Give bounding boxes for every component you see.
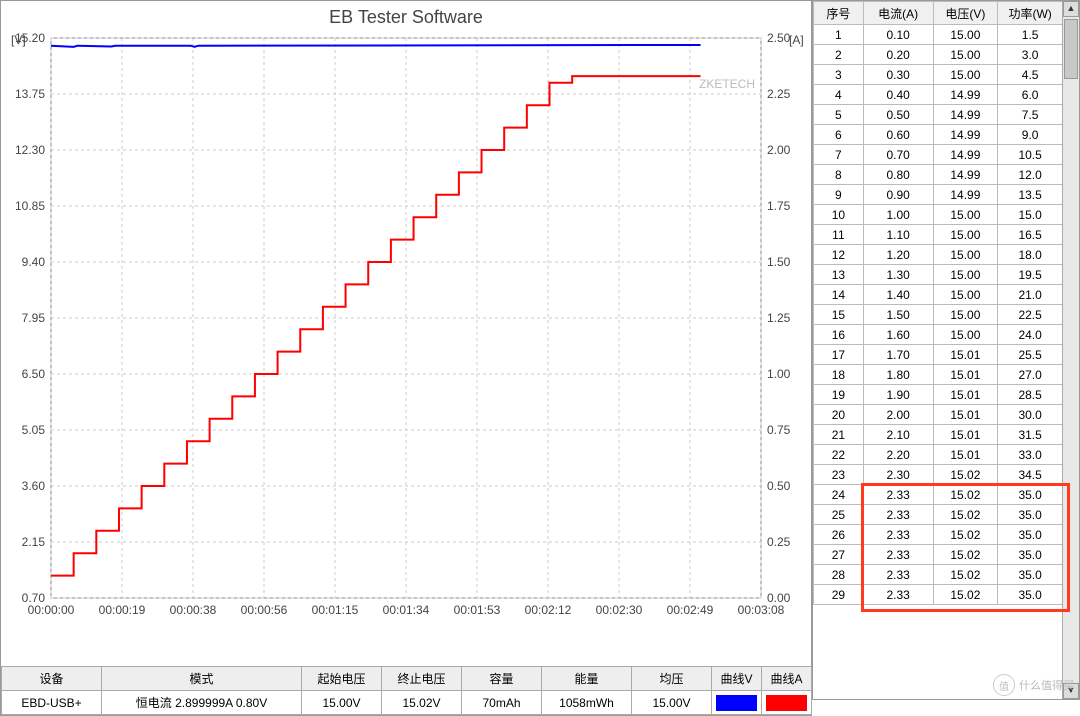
svg-text:1.25: 1.25: [767, 311, 791, 325]
summary-energy: 1058mWh: [542, 691, 632, 715]
table-row[interactable]: 262.3315.0235.0: [814, 525, 1063, 545]
summary-head-curveA: 曲线A: [762, 667, 812, 691]
table-row[interactable]: 60.6014.999.0: [814, 125, 1063, 145]
summary-head-capacity: 容量: [462, 667, 542, 691]
table-row[interactable]: 242.3315.0235.0: [814, 485, 1063, 505]
svg-text:2.00: 2.00: [767, 143, 791, 157]
summary-table: 设备 模式 起始电压 终止电压 容量 能量 均压 曲线V 曲线A EBD-USB…: [1, 666, 811, 715]
scroll-thumb[interactable]: [1064, 19, 1078, 79]
summary-head-startV: 起始电压: [302, 667, 382, 691]
summary-device: EBD-USB+: [2, 691, 102, 715]
table-row[interactable]: 282.3315.0235.0: [814, 565, 1063, 585]
table-row[interactable]: 232.3015.0234.5: [814, 465, 1063, 485]
table-row[interactable]: 161.6015.0024.0: [814, 325, 1063, 345]
svg-text:ZKETECH: ZKETECH: [699, 77, 755, 91]
data-head-power[interactable]: 功率(W): [998, 2, 1063, 25]
svg-text:[V]: [V]: [11, 33, 26, 47]
summary-head-curveV: 曲线V: [712, 667, 762, 691]
svg-text:9.40: 9.40: [22, 255, 46, 269]
svg-text:2.15: 2.15: [22, 535, 46, 549]
summary-curveV-swatch: [712, 691, 762, 715]
table-row[interactable]: 70.7014.9910.5: [814, 145, 1063, 165]
svg-text:00:03:08: 00:03:08: [738, 603, 785, 617]
table-row[interactable]: 10.1015.001.5: [814, 25, 1063, 45]
svg-text:0.25: 0.25: [767, 535, 791, 549]
summary-capacity: 70mAh: [462, 691, 542, 715]
svg-text:1.75: 1.75: [767, 199, 791, 213]
chart-plot: 0.702.153.605.056.507.959.4010.8512.3013…: [1, 28, 811, 666]
table-row[interactable]: 171.7015.0125.5: [814, 345, 1063, 365]
table-row[interactable]: 202.0015.0130.0: [814, 405, 1063, 425]
summary-endV: 15.02V: [382, 691, 462, 715]
table-row[interactable]: 40.4014.996.0: [814, 85, 1063, 105]
data-head-idx[interactable]: 序号: [814, 2, 864, 25]
svg-text:6.50: 6.50: [22, 367, 46, 381]
svg-text:2.25: 2.25: [767, 87, 791, 101]
svg-text:00:02:30: 00:02:30: [596, 603, 643, 617]
svg-text:00:00:38: 00:00:38: [170, 603, 217, 617]
table-row[interactable]: 80.8014.9912.0: [814, 165, 1063, 185]
table-row[interactable]: 30.3015.004.5: [814, 65, 1063, 85]
smzdm-watermark: 值 什么值得买: [993, 674, 1074, 696]
svg-text:1.50: 1.50: [767, 255, 791, 269]
svg-text:00:00:19: 00:00:19: [99, 603, 146, 617]
table-row[interactable]: 141.4015.0021.0: [814, 285, 1063, 305]
table-row[interactable]: 111.1015.0016.5: [814, 225, 1063, 245]
summary-head-energy: 能量: [542, 667, 632, 691]
smzdm-logo-icon: 值: [993, 674, 1015, 696]
summary-head-avgV: 均压: [632, 667, 712, 691]
summary-mode: 恒电流 2.899999A 0.80V: [102, 691, 302, 715]
svg-text:00:01:15: 00:01:15: [312, 603, 359, 617]
svg-text:13.75: 13.75: [15, 87, 45, 101]
svg-text:0.50: 0.50: [767, 479, 791, 493]
summary-curveA-swatch: [762, 691, 812, 715]
table-row[interactable]: 20.2015.003.0: [814, 45, 1063, 65]
table-row[interactable]: 252.3315.0235.0: [814, 505, 1063, 525]
svg-text:00:00:00: 00:00:00: [28, 603, 75, 617]
svg-text:7.95: 7.95: [22, 311, 46, 325]
data-table[interactable]: 序号 电流(A) 电压(V) 功率(W) 10.1015.001.520.201…: [812, 0, 1080, 700]
svg-text:3.60: 3.60: [22, 479, 46, 493]
scrollbar[interactable]: ▲ ▼: [1062, 1, 1079, 699]
svg-text:10.85: 10.85: [15, 199, 45, 213]
summary-head-device: 设备: [2, 667, 102, 691]
table-row[interactable]: 212.1015.0131.5: [814, 425, 1063, 445]
table-row[interactable]: 272.3315.0235.0: [814, 545, 1063, 565]
svg-text:5.05: 5.05: [22, 423, 46, 437]
svg-text:[A]: [A]: [789, 33, 804, 47]
data-head-voltage[interactable]: 电压(V): [933, 2, 998, 25]
summary-head-mode: 模式: [102, 667, 302, 691]
table-row[interactable]: 101.0015.0015.0: [814, 205, 1063, 225]
table-row[interactable]: 151.5015.0022.5: [814, 305, 1063, 325]
svg-text:12.30: 12.30: [15, 143, 45, 157]
summary-head-endV: 终止电压: [382, 667, 462, 691]
svg-text:0.75: 0.75: [767, 423, 791, 437]
data-head-current[interactable]: 电流(A): [863, 2, 933, 25]
svg-text:00:02:49: 00:02:49: [667, 603, 714, 617]
svg-text:00:01:34: 00:01:34: [383, 603, 430, 617]
table-row[interactable]: 131.3015.0019.5: [814, 265, 1063, 285]
table-row[interactable]: 181.8015.0127.0: [814, 365, 1063, 385]
summary-avgV: 15.00V: [632, 691, 712, 715]
table-row[interactable]: 50.5014.997.5: [814, 105, 1063, 125]
summary-startV: 15.00V: [302, 691, 382, 715]
svg-text:1.00: 1.00: [767, 367, 791, 381]
svg-text:00:02:12: 00:02:12: [525, 603, 572, 617]
svg-text:00:00:56: 00:00:56: [241, 603, 288, 617]
table-row[interactable]: 191.9015.0128.5: [814, 385, 1063, 405]
table-row[interactable]: 121.2015.0018.0: [814, 245, 1063, 265]
table-row[interactable]: 292.3315.0235.0: [814, 585, 1063, 605]
scroll-up-icon[interactable]: ▲: [1063, 1, 1079, 17]
table-row[interactable]: 90.9014.9913.5: [814, 185, 1063, 205]
table-row[interactable]: 222.2015.0133.0: [814, 445, 1063, 465]
svg-text:2.50: 2.50: [767, 31, 791, 45]
svg-text:00:01:53: 00:01:53: [454, 603, 501, 617]
chart-title: EB Tester Software: [1, 7, 811, 28]
